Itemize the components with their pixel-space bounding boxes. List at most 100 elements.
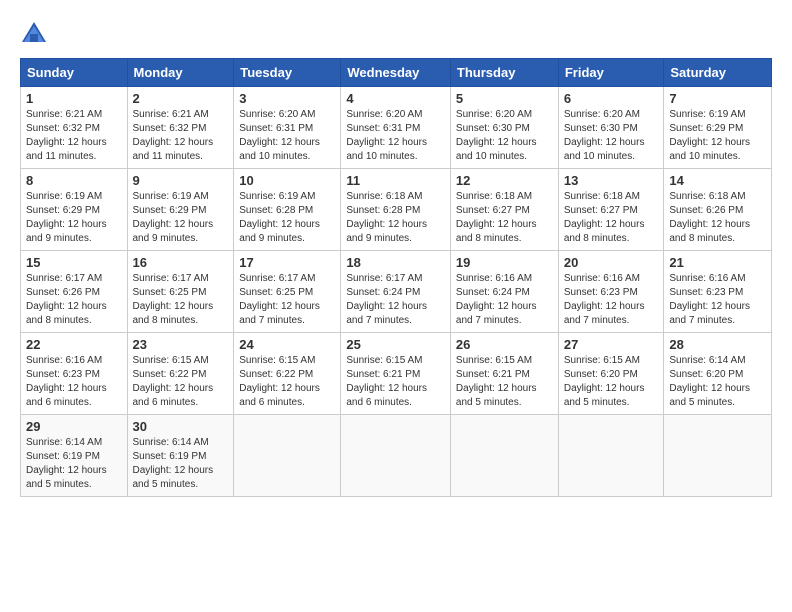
day-info: Sunrise: 6:15 AM Sunset: 6:21 PM Dayligh… — [346, 354, 445, 410]
sunset-label: Sunset: 6:31 PM — [239, 123, 313, 134]
calendar-cell: 21 Sunrise: 6:16 AM Sunset: 6:23 PM Dayl… — [664, 251, 772, 333]
weekday-header-cell: Saturday — [664, 59, 772, 87]
weekday-header-row: SundayMondayTuesdayWednesdayThursdayFrid… — [21, 59, 772, 87]
sunrise-label: Sunrise: 6:19 AM — [133, 191, 209, 202]
day-info: Sunrise: 6:20 AM Sunset: 6:31 PM Dayligh… — [346, 108, 445, 164]
calendar-cell: 3 Sunrise: 6:20 AM Sunset: 6:31 PM Dayli… — [234, 87, 341, 169]
sunrise-label: Sunrise: 6:15 AM — [564, 355, 640, 366]
sunset-label: Sunset: 6:22 PM — [239, 369, 313, 380]
calendar-cell: 15 Sunrise: 6:17 AM Sunset: 6:26 PM Dayl… — [21, 251, 128, 333]
day-number: 20 — [564, 255, 659, 270]
sunrise-label: Sunrise: 6:18 AM — [669, 191, 745, 202]
calendar-cell: 28 Sunrise: 6:14 AM Sunset: 6:20 PM Dayl… — [664, 333, 772, 415]
calendar-cell: 5 Sunrise: 6:20 AM Sunset: 6:30 PM Dayli… — [450, 87, 558, 169]
sunset-label: Sunset: 6:23 PM — [669, 287, 743, 298]
calendar-week-row: 29 Sunrise: 6:14 AM Sunset: 6:19 PM Dayl… — [21, 415, 772, 497]
day-number: 27 — [564, 337, 659, 352]
day-number: 26 — [456, 337, 553, 352]
day-info: Sunrise: 6:15 AM Sunset: 6:20 PM Dayligh… — [564, 354, 659, 410]
calendar-cell: 16 Sunrise: 6:17 AM Sunset: 6:25 PM Dayl… — [127, 251, 234, 333]
sunrise-label: Sunrise: 6:15 AM — [133, 355, 209, 366]
daylight-label: Daylight: 12 hours and 7 minutes. — [564, 301, 645, 326]
calendar-cell — [664, 415, 772, 497]
daylight-label: Daylight: 12 hours and 9 minutes. — [133, 219, 214, 244]
sunset-label: Sunset: 6:27 PM — [456, 205, 530, 216]
sunrise-label: Sunrise: 6:17 AM — [239, 273, 315, 284]
calendar-cell — [234, 415, 341, 497]
calendar-body: 1 Sunrise: 6:21 AM Sunset: 6:32 PM Dayli… — [21, 87, 772, 497]
sunrise-label: Sunrise: 6:15 AM — [346, 355, 422, 366]
sunrise-label: Sunrise: 6:20 AM — [346, 109, 422, 120]
weekday-header-cell: Friday — [558, 59, 664, 87]
daylight-label: Daylight: 12 hours and 5 minutes. — [456, 383, 537, 408]
sunrise-label: Sunrise: 6:21 AM — [26, 109, 102, 120]
sunrise-label: Sunrise: 6:18 AM — [564, 191, 640, 202]
calendar-cell: 12 Sunrise: 6:18 AM Sunset: 6:27 PM Dayl… — [450, 169, 558, 251]
day-info: Sunrise: 6:17 AM Sunset: 6:26 PM Dayligh… — [26, 272, 122, 328]
day-number: 30 — [133, 419, 229, 434]
day-info: Sunrise: 6:18 AM Sunset: 6:28 PM Dayligh… — [346, 190, 445, 246]
weekday-header-cell: Thursday — [450, 59, 558, 87]
logo-icon — [20, 20, 48, 48]
calendar-week-row: 8 Sunrise: 6:19 AM Sunset: 6:29 PM Dayli… — [21, 169, 772, 251]
day-number: 17 — [239, 255, 335, 270]
calendar-cell: 18 Sunrise: 6:17 AM Sunset: 6:24 PM Dayl… — [341, 251, 451, 333]
daylight-label: Daylight: 12 hours and 6 minutes. — [133, 383, 214, 408]
calendar-cell: 20 Sunrise: 6:16 AM Sunset: 6:23 PM Dayl… — [558, 251, 664, 333]
calendar-week-row: 22 Sunrise: 6:16 AM Sunset: 6:23 PM Dayl… — [21, 333, 772, 415]
day-number: 13 — [564, 173, 659, 188]
sunrise-label: Sunrise: 6:21 AM — [133, 109, 209, 120]
calendar-cell: 30 Sunrise: 6:14 AM Sunset: 6:19 PM Dayl… — [127, 415, 234, 497]
calendar-cell: 4 Sunrise: 6:20 AM Sunset: 6:31 PM Dayli… — [341, 87, 451, 169]
calendar-cell: 26 Sunrise: 6:15 AM Sunset: 6:21 PM Dayl… — [450, 333, 558, 415]
day-number: 9 — [133, 173, 229, 188]
sunset-label: Sunset: 6:29 PM — [26, 205, 100, 216]
daylight-label: Daylight: 12 hours and 6 minutes. — [346, 383, 427, 408]
day-number: 11 — [346, 173, 445, 188]
daylight-label: Daylight: 12 hours and 9 minutes. — [346, 219, 427, 244]
day-number: 10 — [239, 173, 335, 188]
day-number: 7 — [669, 91, 766, 106]
day-number: 28 — [669, 337, 766, 352]
daylight-label: Daylight: 12 hours and 11 minutes. — [26, 137, 107, 162]
sunrise-label: Sunrise: 6:18 AM — [346, 191, 422, 202]
sunset-label: Sunset: 6:22 PM — [133, 369, 207, 380]
sunset-label: Sunset: 6:29 PM — [669, 123, 743, 134]
day-number: 22 — [26, 337, 122, 352]
day-info: Sunrise: 6:15 AM Sunset: 6:22 PM Dayligh… — [133, 354, 229, 410]
sunset-label: Sunset: 6:31 PM — [346, 123, 420, 134]
calendar-cell: 14 Sunrise: 6:18 AM Sunset: 6:26 PM Dayl… — [664, 169, 772, 251]
sunset-label: Sunset: 6:26 PM — [26, 287, 100, 298]
weekday-header-cell: Wednesday — [341, 59, 451, 87]
weekday-header-cell: Tuesday — [234, 59, 341, 87]
daylight-label: Daylight: 12 hours and 9 minutes. — [26, 219, 107, 244]
calendar-cell — [341, 415, 451, 497]
day-number: 29 — [26, 419, 122, 434]
weekday-header-cell: Monday — [127, 59, 234, 87]
daylight-label: Daylight: 12 hours and 7 minutes. — [456, 301, 537, 326]
day-info: Sunrise: 6:15 AM Sunset: 6:22 PM Dayligh… — [239, 354, 335, 410]
daylight-label: Daylight: 12 hours and 10 minutes. — [456, 137, 537, 162]
sunrise-label: Sunrise: 6:16 AM — [26, 355, 102, 366]
day-info: Sunrise: 6:16 AM Sunset: 6:23 PM Dayligh… — [669, 272, 766, 328]
sunset-label: Sunset: 6:30 PM — [564, 123, 638, 134]
sunrise-label: Sunrise: 6:16 AM — [456, 273, 532, 284]
calendar-cell — [558, 415, 664, 497]
day-info: Sunrise: 6:14 AM Sunset: 6:20 PM Dayligh… — [669, 354, 766, 410]
daylight-label: Daylight: 12 hours and 5 minutes. — [26, 465, 107, 490]
day-info: Sunrise: 6:15 AM Sunset: 6:21 PM Dayligh… — [456, 354, 553, 410]
day-info: Sunrise: 6:20 AM Sunset: 6:30 PM Dayligh… — [564, 108, 659, 164]
day-number: 14 — [669, 173, 766, 188]
sunset-label: Sunset: 6:19 PM — [26, 451, 100, 462]
day-info: Sunrise: 6:19 AM Sunset: 6:29 PM Dayligh… — [26, 190, 122, 246]
day-number: 16 — [133, 255, 229, 270]
day-number: 18 — [346, 255, 445, 270]
sunset-label: Sunset: 6:26 PM — [669, 205, 743, 216]
day-info: Sunrise: 6:16 AM Sunset: 6:24 PM Dayligh… — [456, 272, 553, 328]
day-info: Sunrise: 6:18 AM Sunset: 6:27 PM Dayligh… — [564, 190, 659, 246]
day-info: Sunrise: 6:18 AM Sunset: 6:26 PM Dayligh… — [669, 190, 766, 246]
sunrise-label: Sunrise: 6:19 AM — [239, 191, 315, 202]
day-info: Sunrise: 6:16 AM Sunset: 6:23 PM Dayligh… — [564, 272, 659, 328]
daylight-label: Daylight: 12 hours and 10 minutes. — [346, 137, 427, 162]
daylight-label: Daylight: 12 hours and 8 minutes. — [669, 219, 750, 244]
